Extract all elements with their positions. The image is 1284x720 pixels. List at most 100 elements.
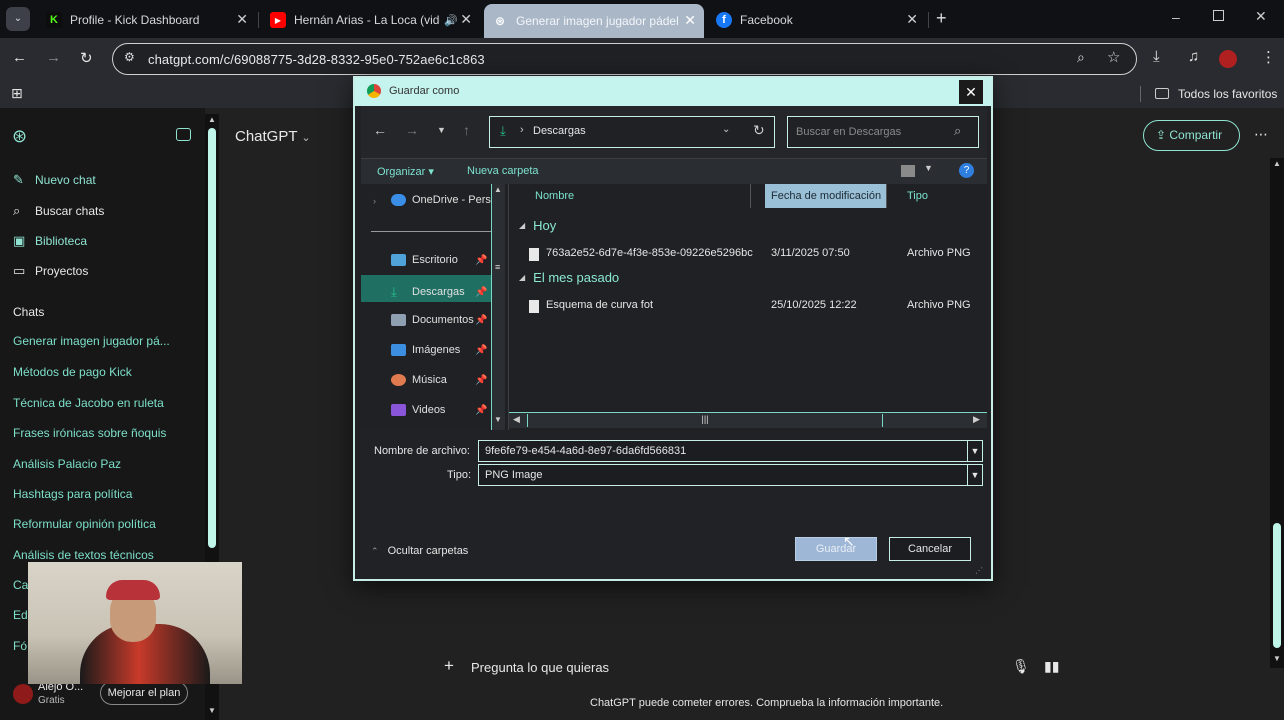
chat-item[interactable]: Ca <box>13 578 28 592</box>
site-settings-icon[interactable]: ⚙ <box>124 50 135 64</box>
chevron-down-icon[interactable]: ▼ <box>924 163 933 173</box>
recent-locations-icon[interactable]: ▼ <box>437 125 446 135</box>
up-folder-icon[interactable]: ↑ <box>463 122 470 138</box>
forward-icon[interactable]: → <box>405 122 419 138</box>
close-icon[interactable]: ✕ <box>460 11 472 28</box>
restore-button[interactable] <box>1213 10 1224 21</box>
chat-item[interactable]: Métodos de pago Kick <box>13 365 132 379</box>
address-bar[interactable]: ⚙ chatgpt.com/c/69088775-3d28-8332-95e0-… <box>112 43 1137 75</box>
chevron-down-icon[interactable]: ▼ <box>967 440 983 462</box>
chat-item[interactable]: Generar imagen jugador pá... <box>13 334 170 348</box>
scrollbar-thumb[interactable] <box>1273 523 1281 648</box>
chevron-down-icon[interactable]: ⌄ <box>722 124 730 135</box>
navigation-pane-scrollbar[interactable]: ▲ ≡ ▼ <box>491 184 505 430</box>
model-selector[interactable]: ChatGPT ⌄ <box>235 128 311 145</box>
refresh-icon[interactable]: ↻ <box>753 122 765 139</box>
dialog-title-bar[interactable]: Guardar como ✕ <box>355 78 991 106</box>
star-icon[interactable]: ☆ <box>1107 48 1120 66</box>
reload-icon[interactable]: ↻ <box>80 49 93 67</box>
resize-grip-icon[interactable]: ⋰ <box>975 566 983 575</box>
group-header-today[interactable]: ◢ Hoy <box>519 218 556 233</box>
chatgpt-logo-icon[interactable]: ⊛ <box>12 126 27 147</box>
scrollbar-thumb[interactable] <box>208 128 216 548</box>
nav-item-music[interactable]: Música 📌 <box>391 374 487 386</box>
file-row[interactable]: Esquema de curva fot 25/10/2025 12:22 Ar… <box>509 296 987 316</box>
back-icon[interactable]: ← <box>373 122 387 138</box>
chat-item[interactable]: Ed <box>13 608 28 622</box>
chevron-down-icon[interactable]: ▼ <box>967 464 983 486</box>
url-text[interactable]: chatgpt.com/c/69088775-3d28-8332-95e0-75… <box>148 52 485 67</box>
nav-item-documents[interactable]: Documentos 📌 <box>391 314 487 326</box>
close-icon[interactable]: ✕ <box>684 12 696 29</box>
scroll-right-icon[interactable]: ▶ <box>973 414 980 425</box>
tab-chatgpt[interactable]: ⊛ Generar imagen jugador pádel ✕ <box>484 4 704 38</box>
search-input[interactable]: Buscar en Descargas ⌕ <box>787 116 979 148</box>
file-row[interactable]: 763a2e52-6d7e-4f3e-853e-09226e5296bc 3/1… <box>509 244 987 264</box>
browser-menu-icon[interactable]: ⋮ <box>1261 48 1276 66</box>
group-header-last-month[interactable]: ◢ El mes pasado <box>519 270 619 285</box>
file-list-horizontal-scrollbar[interactable]: ◀ ||| ▶ <box>509 412 987 428</box>
media-control-icon[interactable]: ♫ <box>1188 48 1199 65</box>
main-scrollbar[interactable]: ▲ ▼ <box>1270 158 1284 668</box>
nav-item-pictures[interactable]: Imágenes 📌 <box>391 344 487 356</box>
scroll-up-icon[interactable]: ▲ <box>1273 159 1281 168</box>
expand-icon[interactable]: › <box>373 196 376 206</box>
close-window-button[interactable]: ✕ <box>1255 8 1267 25</box>
chat-item[interactable]: Hashtags para política <box>13 487 132 501</box>
hide-folders-toggle[interactable]: ⌃ Ocultar carpetas <box>371 545 468 557</box>
new-folder-button[interactable]: Nueva carpeta <box>467 165 539 177</box>
apps-grid-icon[interactable]: ⊞ <box>11 85 23 102</box>
sidebar-toggle-icon[interactable] <box>176 128 191 141</box>
chat-item[interactable]: Reformular opinión política <box>13 517 156 531</box>
tab-youtube[interactable]: ▶ Hernán Arias - La Loca (vide 🔊 ✕ <box>262 6 480 34</box>
zoom-icon[interactable]: ⌕ <box>1077 49 1085 66</box>
download-icon[interactable]: ⤓ <box>1153 48 1160 65</box>
view-options-icon[interactable] <box>901 165 915 177</box>
avatar[interactable] <box>13 684 33 704</box>
new-tab-button[interactable]: + <box>936 8 947 29</box>
save-button[interactable]: Guardar <box>795 537 877 561</box>
help-icon[interactable]: ? <box>959 163 974 178</box>
scroll-up-icon[interactable]: ▲ <box>494 185 502 194</box>
all-bookmarks-link[interactable]: Todos los favoritos <box>1178 87 1277 101</box>
close-icon[interactable]: ✕ <box>236 11 248 28</box>
add-attachment-icon[interactable]: + <box>444 656 454 676</box>
microphone-icon[interactable]: 🎙 <box>1012 658 1030 675</box>
nav-item-downloads[interactable]: ⤓ Descargas 📌 <box>391 284 487 300</box>
scroll-down-icon[interactable]: ▼ <box>208 706 216 715</box>
organize-button[interactable]: Organizar ▾ <box>377 165 434 178</box>
scrollbar-thumb[interactable]: ≡ <box>495 262 500 272</box>
filename-input[interactable]: 9fe6fe79-e454-4a6d-8e97-6da6fd566831 <box>478 440 968 462</box>
composer-input[interactable]: Pregunta lo que quieras <box>471 660 609 675</box>
voice-mode-icon[interactable]: ▮▮ <box>1044 658 1059 675</box>
scroll-left-icon[interactable]: ◀ <box>513 414 520 425</box>
close-icon[interactable]: ✕ <box>906 11 918 28</box>
share-button[interactable]: ⇪ Compartir <box>1143 120 1240 151</box>
chat-item[interactable]: Fó <box>13 639 27 653</box>
new-chat-button[interactable]: ✎ Nuevo chat <box>13 172 96 188</box>
chat-item[interactable]: Análisis de textos técnicos <box>13 548 154 562</box>
nav-item-desktop[interactable]: Escritorio 📌 <box>391 254 487 266</box>
path-label[interactable]: Descargas <box>533 125 586 137</box>
search-chats-button[interactable]: ⌕ Buscar chats <box>13 203 104 219</box>
more-options-icon[interactable]: ⋯ <box>1254 126 1268 143</box>
tab-facebook[interactable]: f Facebook ✕ <box>708 6 926 34</box>
scroll-up-icon[interactable]: ▲ <box>208 115 216 124</box>
forward-icon[interactable]: → <box>46 49 61 66</box>
column-header-date[interactable]: Fecha de modificación <box>765 184 887 208</box>
library-button[interactable]: ▣ Biblioteca <box>13 233 87 249</box>
scroll-down-icon[interactable]: ▼ <box>494 415 502 424</box>
file-type-select[interactable]: PNG Image <box>478 464 968 486</box>
upgrade-plan-button[interactable]: Mejorar el plan <box>100 681 188 705</box>
back-icon[interactable]: ← <box>12 49 27 66</box>
path-breadcrumb[interactable]: ⤓ › Descargas ⌄ ↻ <box>489 116 775 148</box>
speaker-icon[interactable]: 🔊 <box>444 14 458 27</box>
chat-item[interactable]: Frases irónicas sobre ñoquis <box>13 426 166 440</box>
profile-avatar[interactable] <box>1219 50 1237 68</box>
scroll-down-icon[interactable]: ▼ <box>1273 654 1281 663</box>
scrollbar-thumb[interactable]: ||| <box>527 414 883 427</box>
projects-button[interactable]: ▭ Proyectos <box>13 263 88 279</box>
column-header-type[interactable]: Tipo <box>901 184 987 208</box>
cancel-button[interactable]: Cancelar <box>889 537 971 561</box>
close-icon[interactable]: ✕ <box>959 80 983 104</box>
